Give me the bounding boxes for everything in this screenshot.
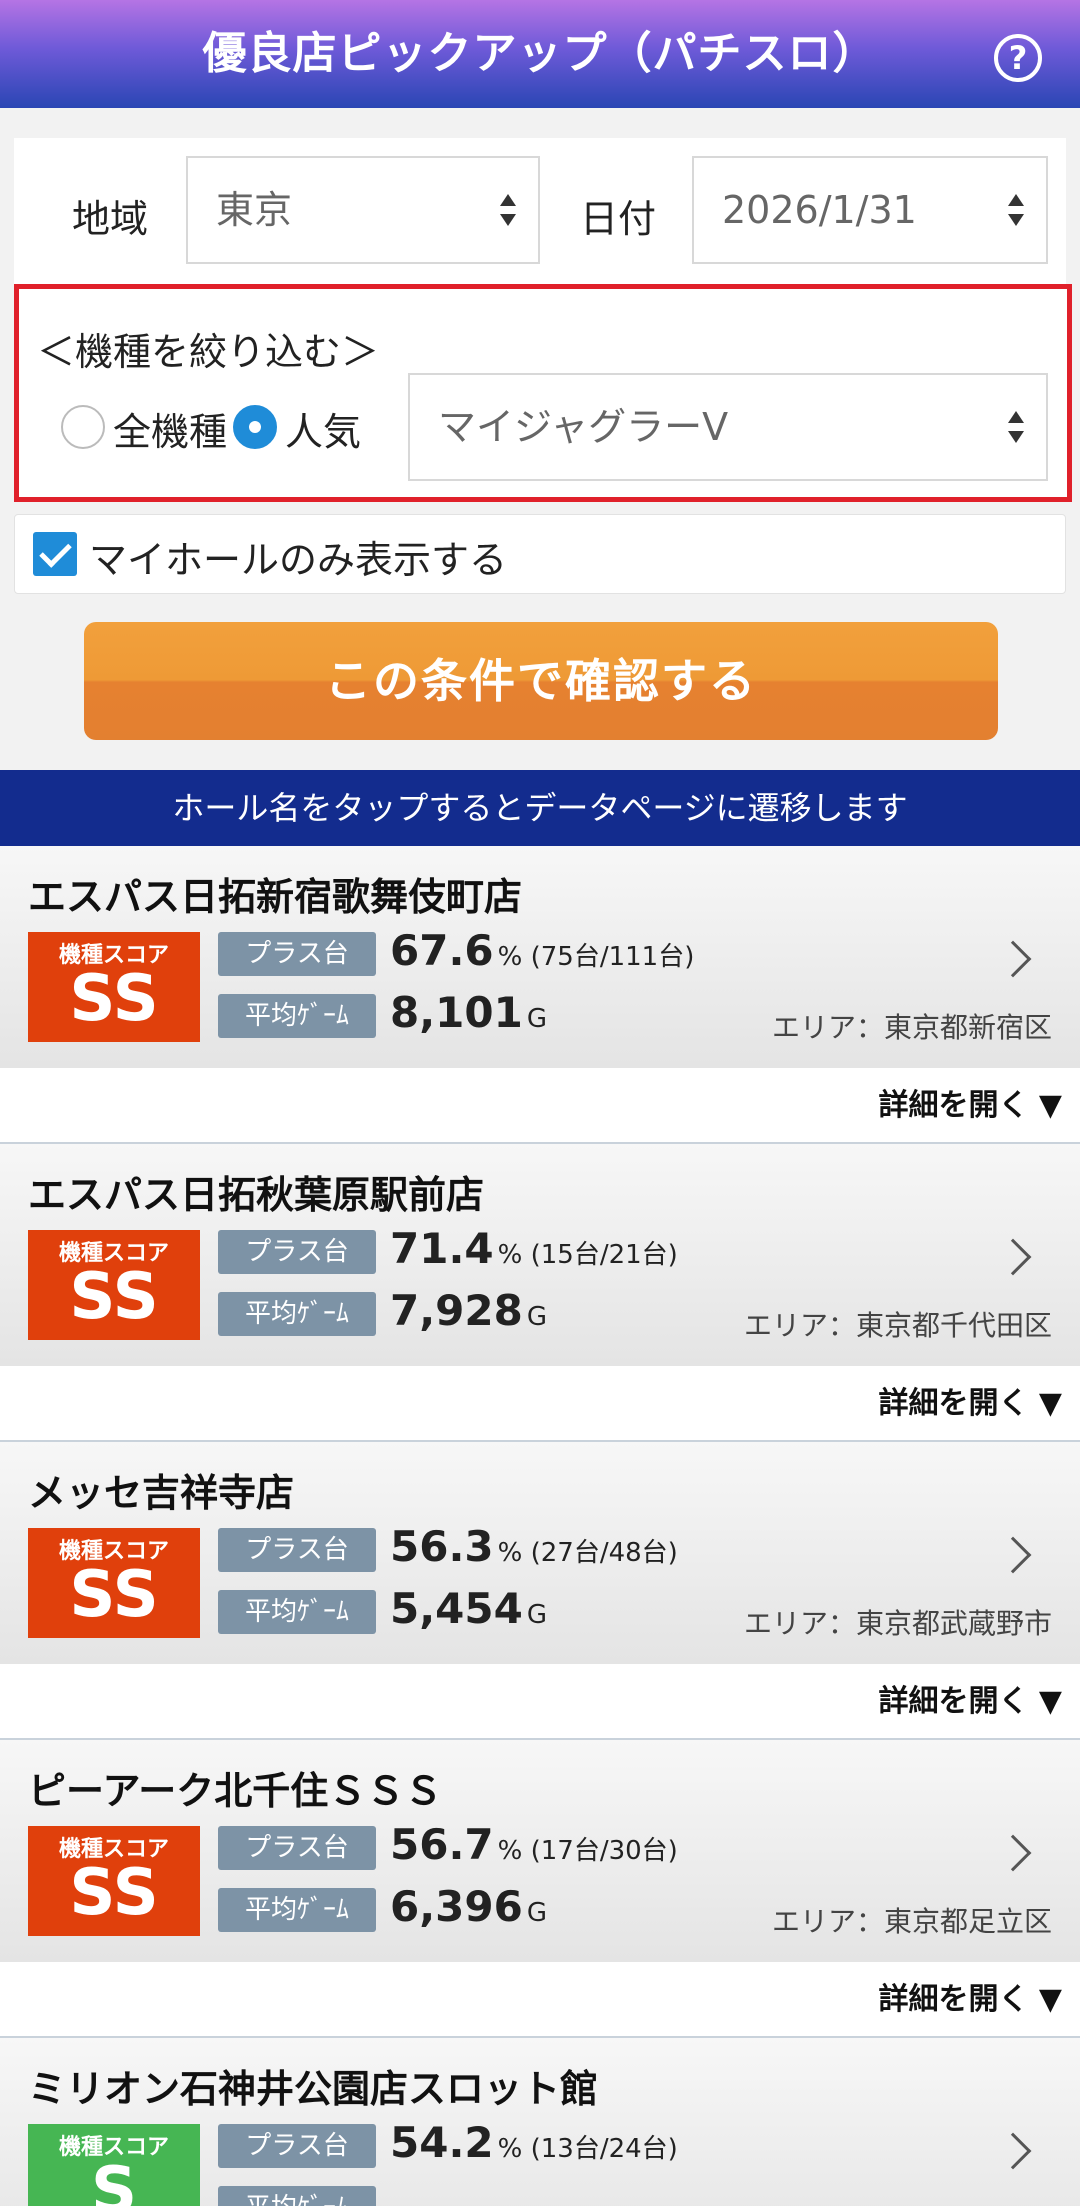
chevron-right-icon[interactable] [994, 940, 1032, 978]
date-select[interactable]: 2026/1/31 [692, 156, 1048, 264]
myhall-only-toggle[interactable]: マイホールのみ表示する [14, 514, 1066, 594]
avg-tag: 平均ｹﾞｰﾑ [218, 994, 376, 1038]
info-banner: ホール名をタップするとデータページに遷移します [0, 770, 1080, 846]
plus-tag: プラス台 [218, 1826, 376, 1870]
plus-rate: 56.3% (27台/48台) [390, 1522, 678, 1571]
score-grade: S [90, 2154, 138, 2206]
score-grade: SS [69, 962, 159, 1036]
avg-games-unit: G [526, 1898, 548, 1928]
detail-toggle[interactable]: 詳細を開く ▼ [0, 1366, 1080, 1442]
score-badge: 機種スコア SS [28, 1528, 200, 1638]
chevron-right-icon[interactable] [994, 1238, 1032, 1276]
plus-rate-unit: % (17台/30台) [497, 1836, 678, 1866]
avg-games: 7,928 G [390, 1286, 547, 1335]
plus-tag: プラス台 [218, 2124, 376, 2168]
avg-games-unit: G [526, 1302, 548, 1332]
plus-rate-unit: % (75台/111台) [497, 942, 695, 972]
score-badge: 機種スコア S [28, 2124, 200, 2206]
avg-tag: 平均ｹﾞｰﾑ [218, 1888, 376, 1932]
avg-games: 5,454 G [390, 1584, 547, 1633]
confirm-button[interactable]: この条件で確認する [84, 622, 998, 740]
checkbox-checked-icon[interactable] [33, 532, 77, 576]
hall-area: エリア：東京都武蔵野市 [743, 1607, 1052, 1640]
plus-rate: 67.6% (75台/111台) [390, 926, 694, 975]
detail-toggle[interactable]: 詳細を開く ▼ [0, 1664, 1080, 1740]
score-grade: SS [69, 1260, 159, 1334]
plus-rate: 54.2% (13台/24台) [390, 2118, 678, 2167]
detail-toggle[interactable]: 詳細を開く ▼ [0, 1068, 1080, 1144]
score-grade: SS [69, 1856, 159, 1930]
region-value: 東京 [216, 188, 293, 232]
machine-value: マイジャグラーV [438, 405, 729, 449]
hall-name[interactable]: ピーアーク北千住ＳＳＳ [28, 1760, 442, 1815]
region-select[interactable]: 東京 [186, 156, 540, 264]
avg-games: 8,101 G [390, 988, 547, 1037]
plus-tag: プラス台 [218, 932, 376, 976]
date-label: 日付 [580, 197, 657, 241]
plus-rate-value: 71.4 [390, 1224, 494, 1273]
plus-tag: プラス台 [218, 1230, 376, 1274]
plus-rate-unit: % (13台/24台) [497, 2134, 678, 2164]
hall-card[interactable]: ミリオン石神井公園店スロット館機種スコア S プラス台 54.2% (13台/24台)… [0, 2038, 1080, 2206]
plus-rate-value: 67.6 [390, 926, 494, 975]
hall-card[interactable]: メッセ吉祥寺店機種スコア SS プラス台 56.3% (27台/48台) 平均ｹﾞｰﾑ 5… [0, 1442, 1080, 1664]
plus-rate: 56.7% (17台/30台) [390, 1820, 678, 1869]
chevron-right-icon[interactable] [994, 1536, 1032, 1574]
page-title: 優良店ピックアップ（パチスロ） [202, 28, 878, 79]
radio-all-label[interactable]: 全機種 [113, 401, 227, 456]
chevron-right-icon[interactable] [994, 2132, 1032, 2170]
avg-games-unit: G [526, 1600, 548, 1630]
detail-toggle[interactable]: 詳細を開く ▼ [0, 1962, 1080, 2038]
score-badge: 機種スコア SS [28, 1826, 200, 1936]
hall-card[interactable]: エスパス日拓秋葉原駅前店機種スコア SS プラス台 71.4% (15台/21台) 平均… [0, 1144, 1080, 1366]
avg-games-value: 6,396 [390, 1882, 523, 1931]
avg-games-value: 8,101 [390, 988, 523, 1037]
radio-all-machines[interactable] [61, 405, 105, 449]
score-badge: 機種スコア SS [28, 932, 200, 1042]
avg-games-value: 7,928 [390, 1286, 523, 1335]
chevron-right-icon[interactable] [994, 1834, 1032, 1872]
hall-name[interactable]: メッセ吉祥寺店 [28, 1462, 294, 1517]
narrow-label: ＜機種を絞り込む＞ [37, 330, 380, 374]
hall-card[interactable]: ピーアーク北千住ＳＳＳ 機種スコア SS プラス台 56.7% (17台/30台) 平均ｹ… [0, 1740, 1080, 1962]
radio-popular-label[interactable]: 人気 [285, 401, 361, 456]
avg-tag: 平均ｹﾞｰﾑ [218, 1590, 376, 1634]
score-badge: 機種スコア SS [28, 1230, 200, 1340]
plus-rate-value: 56.7 [390, 1820, 494, 1869]
plus-rate-value: 56.3 [390, 1522, 494, 1571]
hall-name[interactable]: ミリオン石神井公園店スロット館 [28, 2058, 598, 2113]
radio-popular[interactable] [233, 405, 277, 449]
avg-games-unit: G [526, 1004, 548, 1034]
machine-filter-section: ＜機種を絞り込む＞ 全機種 人気 マイジャグラーV [14, 284, 1072, 502]
myhall-label: マイホールのみ表示する [89, 538, 508, 582]
detail-toggle-label[interactable]: 詳細を開く ▼ [878, 1366, 1062, 1442]
plus-rate-value: 54.2 [390, 2118, 494, 2167]
hall-card[interactable]: エスパス日拓新宿歌舞伎町店機種スコア SS プラス台 67.6% (75台/111台)… [0, 846, 1080, 1068]
detail-toggle-label[interactable]: 詳細を開く ▼ [878, 1068, 1062, 1144]
plus-tag: プラス台 [218, 1528, 376, 1572]
hall-area: エリア：東京都新宿区 [771, 1011, 1052, 1044]
avg-tag: 平均ｹﾞｰﾑ [218, 2186, 376, 2206]
updown-arrow-icon [1008, 194, 1024, 226]
date-value: 2026/1/31 [722, 188, 917, 232]
app-header: 優良店ピックアップ（パチスロ） ? [0, 0, 1080, 108]
updown-arrow-icon [1008, 411, 1024, 443]
score-grade: SS [69, 1558, 159, 1632]
plus-rate: 71.4% (15台/21台) [390, 1224, 678, 1273]
help-icon[interactable]: ? [994, 34, 1042, 82]
hall-name[interactable]: エスパス日拓新宿歌舞伎町店 [28, 866, 522, 921]
plus-rate-unit: % (15台/21台) [497, 1240, 678, 1270]
machine-select[interactable]: マイジャグラーV [408, 373, 1048, 481]
avg-games: 6,396 G [390, 1882, 547, 1931]
plus-rate-unit: % (27台/48台) [497, 1538, 678, 1568]
detail-toggle-label[interactable]: 詳細を開く ▼ [878, 1664, 1062, 1740]
updown-arrow-icon [500, 194, 516, 226]
hall-area: エリア：東京都千代田区 [743, 1309, 1052, 1342]
avg-tag: 平均ｹﾞｰﾑ [218, 1292, 376, 1336]
hall-name[interactable]: エスパス日拓秋葉原駅前店 [28, 1164, 484, 1219]
detail-toggle-label[interactable]: 詳細を開く ▼ [878, 1962, 1062, 2038]
region-label: 地域 [72, 197, 149, 241]
hall-area: エリア：東京都足立区 [771, 1905, 1052, 1938]
avg-games-value: 5,454 [390, 1584, 523, 1633]
